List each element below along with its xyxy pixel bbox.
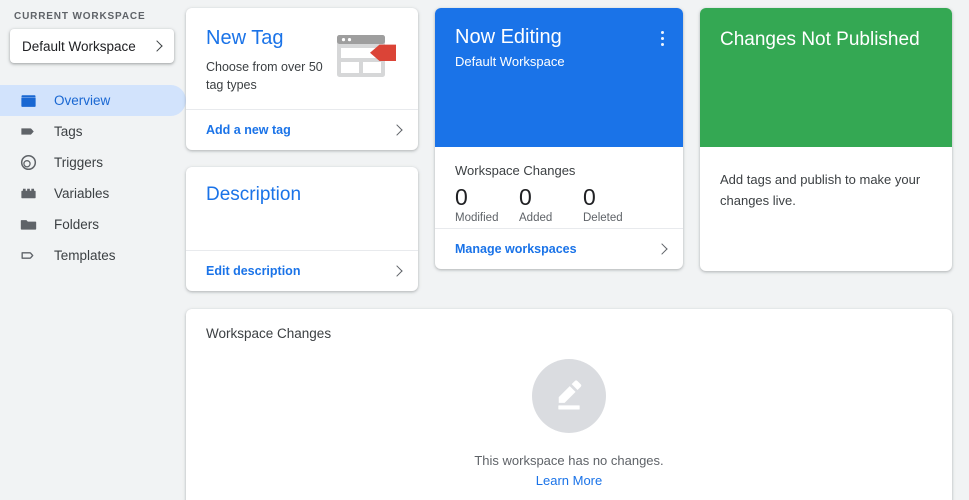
stat-modified-value: 0	[455, 184, 468, 210]
new-tag-card: New Tag Choose from over 50 tag types Ad…	[186, 8, 418, 150]
workspace-selector[interactable]: Default Workspace	[10, 29, 174, 63]
dashboard-cards-row: New Tag Choose from over 50 tag types Ad…	[186, 8, 952, 291]
learn-more-link[interactable]: Learn More	[536, 473, 602, 488]
trigger-circle-icon	[18, 153, 38, 173]
variables-block-icon	[18, 184, 38, 204]
sidebar-item-folders-label: Folders	[54, 217, 100, 232]
folder-icon	[18, 215, 38, 235]
main-content: New Tag Choose from over 50 tag types Ad…	[186, 0, 969, 500]
kebab-menu-icon[interactable]	[651, 27, 673, 49]
stat-deleted-value: 0	[583, 184, 596, 210]
cards-column-middle: Now Editing Default Workspace Workspace …	[435, 8, 683, 269]
stat-deleted: 0 Deleted	[583, 184, 647, 224]
sidebar-item-templates[interactable]: Templates	[0, 240, 186, 271]
sidebar-item-variables[interactable]: Variables	[0, 178, 186, 209]
workspace-changes-panel-title: Workspace Changes	[206, 326, 332, 341]
publish-status-header: Changes Not Published	[700, 8, 952, 147]
stat-added-label: Added	[519, 212, 553, 224]
tag-icon	[18, 122, 38, 142]
cards-column-right: Changes Not Published Add tags and publi…	[700, 8, 952, 271]
empty-state: This workspace has no changes. Learn Mor…	[186, 359, 952, 488]
chevron-right-icon	[390, 123, 404, 137]
gtm-app-window: CURRENT WORKSPACE Default Workspace Over…	[0, 0, 969, 500]
now-editing-subtitle: Default Workspace	[455, 54, 565, 69]
sidebar-item-overview-label: Overview	[54, 93, 111, 108]
stat-modified-label: Modified	[455, 212, 499, 224]
overview-box-icon	[18, 91, 38, 111]
now-editing-card: Now Editing Default Workspace Workspace …	[435, 8, 683, 269]
new-tag-card-body: New Tag Choose from over 50 tag types	[186, 8, 418, 109]
edit-description-action[interactable]: Edit description	[186, 250, 418, 291]
workspace-changes-panel: Workspace Changes This workspace has no …	[186, 309, 952, 500]
stat-added: 0 Added	[519, 184, 583, 224]
workspace-selector-value: Default Workspace	[22, 38, 136, 54]
add-a-new-tag-label: Add a new tag	[206, 123, 291, 137]
sidebar-item-variables-label: Variables	[54, 186, 110, 201]
new-tag-card-subtitle: Choose from over 50 tag types	[206, 60, 323, 92]
sidebar-item-tags[interactable]: Tags	[0, 116, 186, 147]
sidebar-item-folders[interactable]: Folders	[0, 209, 186, 240]
publish-status-title: Changes Not Published	[720, 29, 920, 50]
now-editing-header: Now Editing Default Workspace	[435, 8, 683, 147]
browser-window-tag-illustration	[332, 26, 404, 91]
cards-column-left: New Tag Choose from over 50 tag types Ad…	[186, 8, 418, 291]
workspace-changes-summary-title: Workspace Changes	[455, 163, 576, 178]
empty-state-message: This workspace has no changes.	[474, 453, 664, 468]
chevron-right-icon	[655, 242, 669, 256]
description-card-title: Description	[206, 184, 302, 205]
sidebar: CURRENT WORKSPACE Default Workspace Over…	[0, 0, 186, 500]
edit-description-label: Edit description	[206, 264, 301, 278]
add-a-new-tag-action[interactable]: Add a new tag	[186, 109, 418, 150]
sidebar-item-overview[interactable]: Overview	[0, 85, 186, 116]
now-editing-title: Now Editing	[455, 26, 562, 48]
new-tag-card-text: New Tag Choose from over 50 tag types	[206, 26, 332, 94]
now-editing-header-text: Now Editing Default Workspace	[455, 25, 651, 71]
workspace-changes-summary: Workspace Changes 0 Modified 0 Added 0 D…	[435, 147, 683, 228]
sidebar-item-templates-label: Templates	[54, 248, 116, 263]
workspace-changes-stats: 0 Modified 0 Added 0 Deleted	[455, 184, 665, 224]
stat-modified: 0 Modified	[455, 184, 519, 224]
manage-workspaces-label: Manage workspaces	[455, 242, 577, 256]
new-tag-card-title: New Tag	[206, 27, 284, 49]
description-card: Description Edit description	[186, 167, 418, 291]
sidebar-item-tags-label: Tags	[54, 124, 83, 139]
stat-deleted-label: Deleted	[583, 212, 623, 224]
template-tag-icon	[18, 246, 38, 266]
current-workspace-label: CURRENT WORKSPACE	[14, 11, 146, 22]
chevron-right-icon	[150, 39, 164, 53]
publish-status-message: Add tags and publish to make your change…	[720, 172, 921, 208]
changes-not-published-card: Changes Not Published Add tags and publi…	[700, 8, 952, 271]
sidebar-nav: Overview Tags Triggers Variables Folders…	[0, 85, 186, 271]
chevron-right-icon	[390, 264, 404, 278]
pencil-edit-icon	[532, 359, 606, 433]
sidebar-item-triggers-label: Triggers	[54, 155, 104, 170]
description-card-body: Description	[186, 167, 418, 250]
sidebar-item-triggers[interactable]: Triggers	[0, 147, 186, 178]
publish-status-body: Add tags and publish to make your change…	[700, 147, 952, 271]
manage-workspaces-action[interactable]: Manage workspaces	[435, 228, 683, 269]
stat-added-value: 0	[519, 184, 532, 210]
